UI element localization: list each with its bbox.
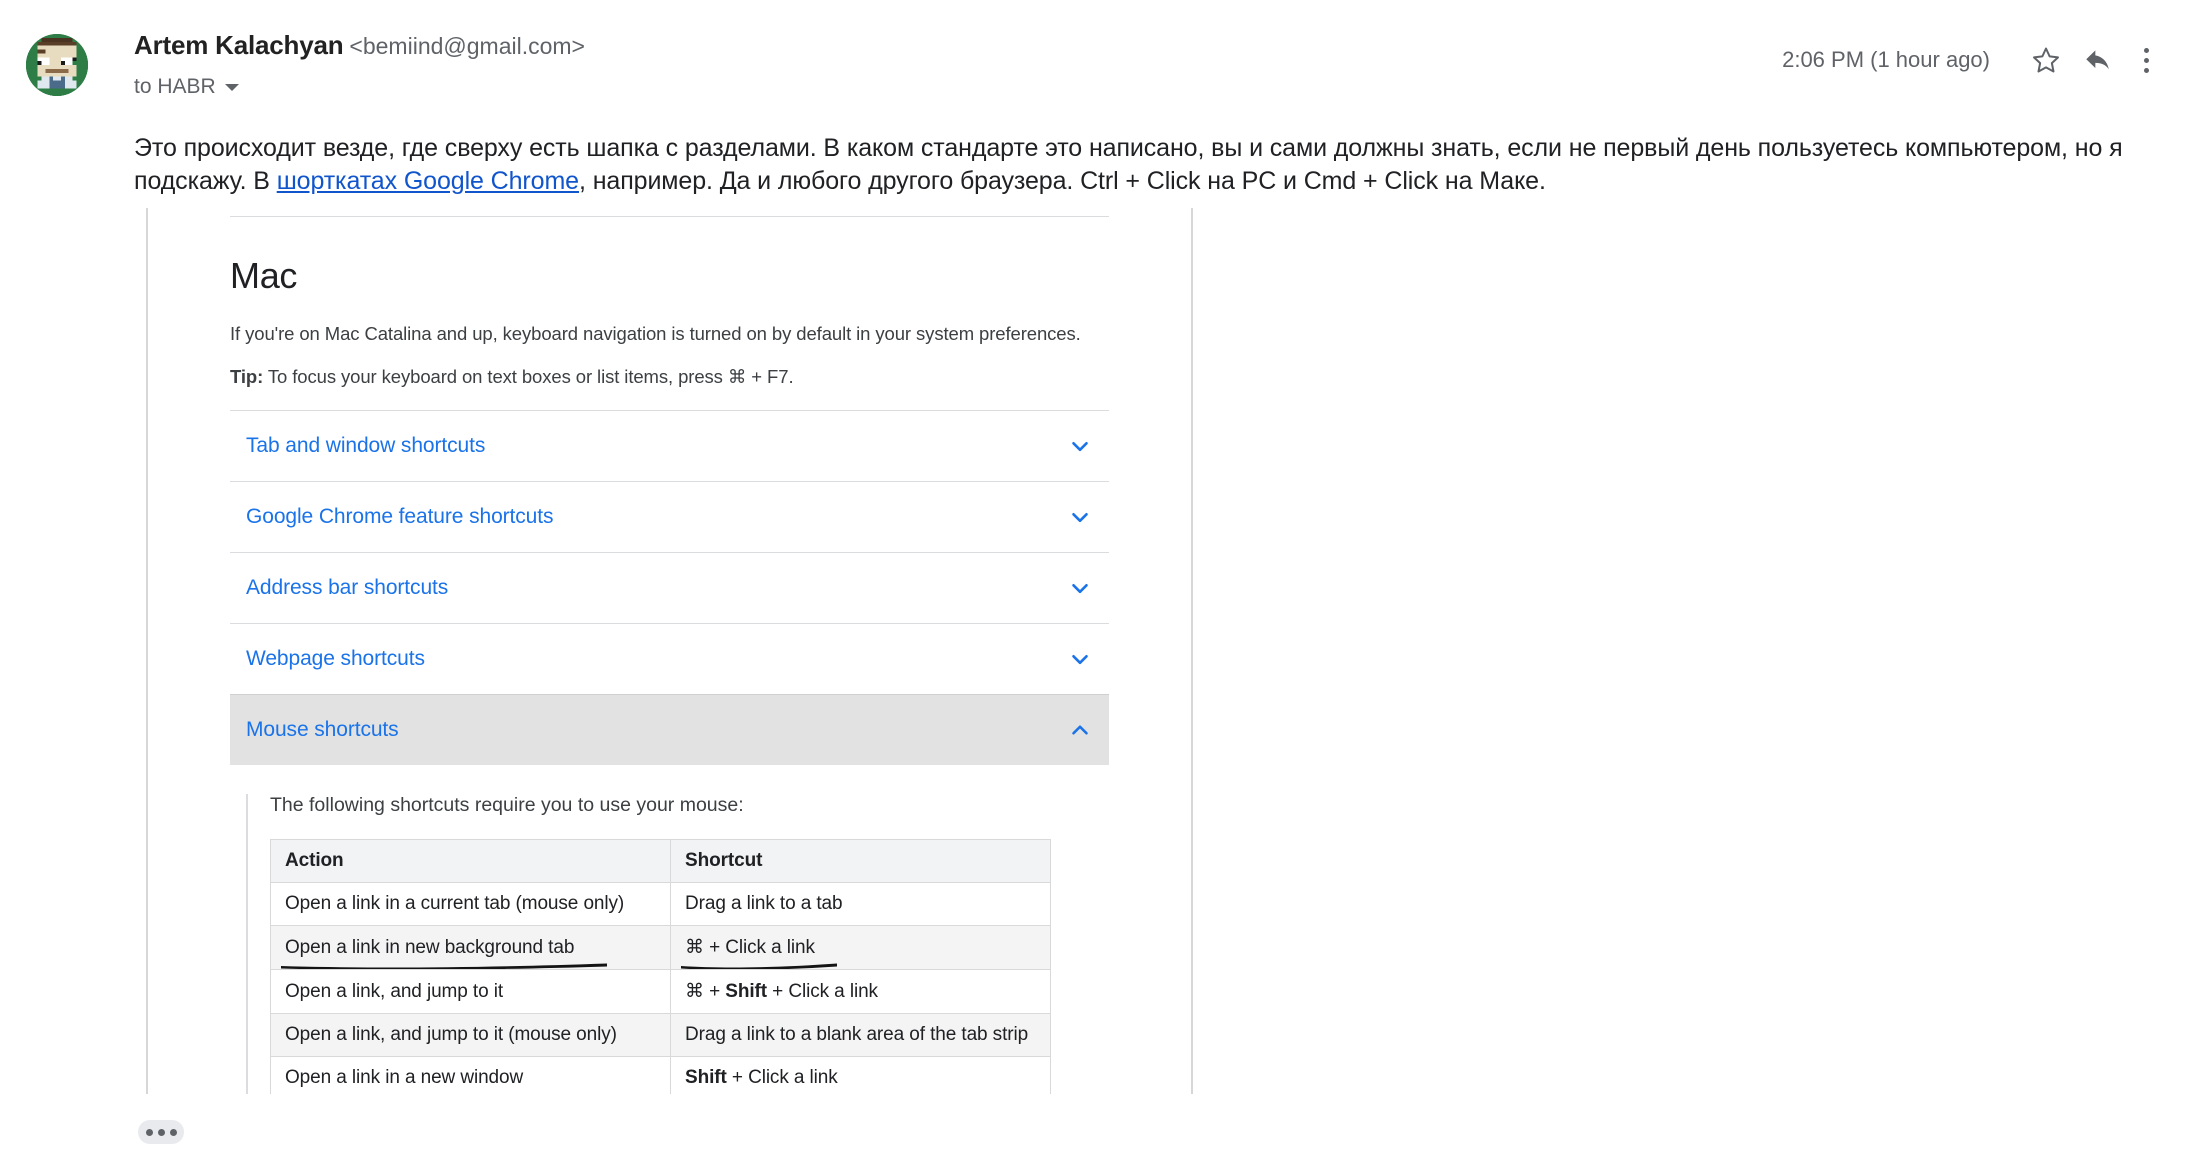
chevron-up-icon[interactable] xyxy=(1067,717,1093,743)
timestamp: 2:06 PM (1 hour ago) xyxy=(1782,47,1990,72)
intro-paragraph: If you're on Mac Catalina and up, keyboa… xyxy=(230,323,1081,344)
dot-icon xyxy=(145,1128,153,1136)
table-header-row: Action Shortcut xyxy=(270,839,1051,883)
accordion-item-1[interactable]: Google Chrome feature shortcuts xyxy=(230,481,1109,552)
recipient-row[interactable]: to HABR xyxy=(134,75,585,99)
key-label: ⌘ + xyxy=(685,981,726,1002)
sender-email[interactable]: <bemiind@gmail.com> xyxy=(349,33,585,59)
column-header-shortcut: Shortcut xyxy=(670,839,1051,883)
accordion-item-3[interactable]: Webpage shortcuts xyxy=(230,623,1109,694)
cell-shortcut: Drag a link to a blank area of the tab s… xyxy=(670,1013,1051,1057)
table-row: Open a link, and jump to it (mouse only)… xyxy=(270,1013,1051,1057)
key-label: + Click a link xyxy=(766,981,878,1002)
chevron-down-icon[interactable] xyxy=(1067,575,1093,601)
key-label-bold: Shift xyxy=(725,981,767,1002)
chevron-down-icon[interactable] xyxy=(1067,433,1093,459)
body-text-part-2: , например. Да и любого другого браузера… xyxy=(579,167,1546,195)
tip-paragraph: Tip: To focus your keyboard on text boxe… xyxy=(230,366,1191,388)
accordion-item-label: Tab and window shortcuts xyxy=(246,434,486,457)
key-label: Drag a link to a blank area of the tab s… xyxy=(685,1024,1029,1045)
sender-block: Artem Kalachyan <bemiind@gmail.com> to HA… xyxy=(134,32,585,99)
cell-action: Open a link, and jump to it xyxy=(270,969,671,1014)
cell-shortcut: ⌘ + Shift + Click a link xyxy=(670,969,1051,1014)
more-options-icon[interactable] xyxy=(2124,34,2168,86)
avatar xyxy=(26,34,88,96)
panel-intro-text: The following shortcuts require you to u… xyxy=(270,794,744,816)
top-divider xyxy=(230,216,1109,217)
accordion-item-0[interactable]: Tab and window shortcuts xyxy=(230,410,1109,481)
cell-action: Open a link, and jump to it (mouse only) xyxy=(270,1013,671,1057)
shortcuts-table: Action Shortcut Open a link in a current… xyxy=(270,839,1051,1094)
key-label-bold: Shift xyxy=(685,1067,727,1088)
show-trimmed-content-button[interactable] xyxy=(138,1120,184,1144)
sender-line: Artem Kalachyan <bemiind@gmail.com> xyxy=(134,32,585,58)
table-row: Open a link, and jump to it ⌘ + Shift + C… xyxy=(270,969,1051,1014)
chevron-down-icon[interactable] xyxy=(224,83,239,91)
column-header-action: Action xyxy=(270,839,671,883)
chevron-down-icon[interactable] xyxy=(1067,646,1093,672)
email-header: Artem Kalachyan <bemiind@gmail.com> to HA… xyxy=(0,0,2188,132)
cell-shortcut: Shift + Click a link xyxy=(670,1056,1051,1094)
accordion-item-label: Mouse shortcuts xyxy=(246,718,399,741)
cell-shortcut: ⌘ + Click a link xyxy=(670,925,1051,970)
tip-label: Tip: xyxy=(230,366,264,387)
reply-icon[interactable] xyxy=(2072,34,2124,86)
shortcuts-accordion: Tab and window shortcuts Google Chrome fe… xyxy=(230,410,1109,765)
table-row: Open a link in a current tab (mouse only… xyxy=(270,882,1051,926)
table-row: Open a link in a new window Shift + Click… xyxy=(270,1056,1051,1094)
header-actions: 2:06 PM (1 hour ago) xyxy=(1782,34,2168,86)
cell-action: Open a link in new background tab xyxy=(270,925,671,970)
tip-text: To focus your keyboard on text boxes or … xyxy=(263,366,794,387)
mouse-shortcuts-panel: The following shortcuts require you to u… xyxy=(246,794,1191,1094)
page-title: Mac xyxy=(230,255,298,296)
embedded-screenshot-image[interactable]: Mac If you're on Mac Catalina and up, ke… xyxy=(146,208,1193,1094)
accordion-item-label: Webpage shortcuts xyxy=(246,647,425,670)
table-row: Open a link in new background tab ⌘ + Cli… xyxy=(270,925,1051,970)
accordion-item-2[interactable]: Address bar shortcuts xyxy=(230,552,1109,623)
key-label: Drag a link to a tab xyxy=(685,893,843,914)
dot-icon xyxy=(157,1128,165,1136)
cell-action: Open a link in a current tab (mouse only… xyxy=(270,882,671,926)
key-label: + Click a link xyxy=(726,1067,838,1088)
cell-shortcut: Drag a link to a tab xyxy=(670,882,1051,926)
dot-icon xyxy=(169,1128,177,1136)
chevron-down-icon[interactable] xyxy=(1067,504,1093,530)
accordion-item-label: Address bar shortcuts xyxy=(246,576,449,599)
star-icon[interactable] xyxy=(2020,34,2072,86)
email-body-text: Это происходит везде, где сверху есть ша… xyxy=(0,132,2188,198)
accordion-item-label: Google Chrome feature shortcuts xyxy=(246,505,554,528)
chrome-shortcuts-link[interactable]: шорткатах Google Chrome xyxy=(277,167,579,195)
recipient-label: to HABR xyxy=(134,75,216,98)
cell-action: Open a link in a new window xyxy=(270,1056,671,1094)
accordion-item-4[interactable]: Mouse shortcuts xyxy=(230,694,1109,765)
sender-name[interactable]: Artem Kalachyan xyxy=(134,30,344,60)
key-label: ⌘ + Click a link xyxy=(685,937,815,958)
